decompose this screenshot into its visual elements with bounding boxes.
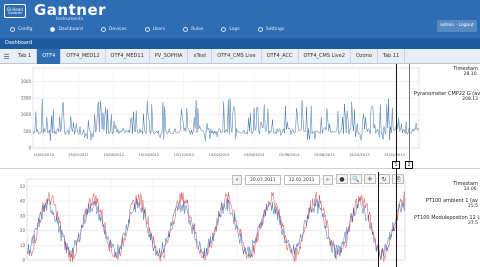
bottom-side-readout: Timestam 14.06. PT100 ambient 1 (av 25.5… [414, 181, 480, 226]
pan-icon[interactable]: ✛ [364, 174, 376, 184]
tab-1[interactable]: Tab 1 [13, 49, 38, 64]
y-tick-label: 2000 [21, 79, 32, 84]
nav-item-label: Rules [191, 26, 204, 32]
nav-item-config[interactable]: Config [0, 24, 40, 34]
cursor-line-2[interactable] [409, 64, 410, 164]
y-tick-label: 1000 [21, 112, 32, 117]
x-tick-label: 15/12/2013 [384, 153, 405, 157]
radio-icon [50, 26, 56, 32]
tab-otf4-cms-live[interactable]: OTF4_CMS Live [212, 49, 262, 64]
tab-otf4[interactable]: OTF4 [37, 49, 62, 64]
x-tick-label: 15/02/2013 [209, 153, 230, 157]
y-tick-label: 10 [20, 243, 26, 248]
y-tick-label: 0 [22, 258, 25, 263]
zoom-icon[interactable]: 🔍 [350, 174, 362, 184]
x-tick-label: 15/10/2013 [349, 153, 370, 157]
nav-item-users[interactable]: Users [135, 24, 174, 34]
tab-otf4-med12[interactable]: OTF4_MED12 [61, 49, 106, 64]
tab-strip: ☰ Tab 1 OTF4 OTF4_MED12 OTF4_MED11 PV_SO… [0, 49, 480, 64]
top-side-readout: Timestam 28.10. Pyranometer CMP22 G (av … [414, 66, 480, 102]
dashboard-bar: Dashboard [0, 38, 480, 49]
y-tick-label: 500 [23, 129, 31, 134]
series-line [26, 191, 406, 263]
tab-otf4-med11[interactable]: OTF4_MED11 [106, 49, 150, 64]
nav-item-devices[interactable]: Devices [91, 24, 135, 34]
plot-frame [32, 67, 420, 149]
tab-xtest[interactable]: xTest [188, 49, 213, 64]
user-logout-button[interactable]: admin · Logout [437, 20, 477, 32]
hamburger-menu-icon[interactable]: ☰ [0, 49, 13, 64]
y-tick-label: 1500 [21, 96, 32, 101]
radio-icon [221, 26, 227, 32]
cursor-line-3[interactable] [378, 172, 379, 267]
x-tick-label: 15/12/2012 [174, 153, 195, 157]
y-tick-label: 50 [20, 184, 26, 189]
logo-badge-sub: Gantner [7, 11, 23, 15]
chevron-double-left-icon[interactable]: « [232, 174, 242, 185]
logo-badge: Bi-Head Gantner [4, 4, 26, 18]
y-tick-label: 30 [20, 213, 26, 218]
x-tick-label: 15/08/2013 [314, 153, 335, 157]
nav-item-rules[interactable]: Rules [173, 24, 211, 34]
app-header: Bi-Head Gantner Gantner Instruments admi… [0, 0, 480, 38]
x-tick-label: 15/10/2012 [138, 153, 159, 157]
dashboard-title: Dashboard [5, 40, 33, 46]
tab-ozono[interactable]: Ozono [351, 49, 378, 64]
nav-item-label: Dashboard [58, 26, 83, 32]
date-range-bar: « 20.07.2011 12.02.2011 » [232, 174, 333, 185]
x-tick-label: 15/08/2012 [103, 153, 124, 157]
refresh-icon[interactable]: ↻ [378, 174, 390, 184]
nav-item-label: Config [18, 26, 33, 32]
main-nav: Config Dashboard Devices Users Rules Log… [0, 24, 292, 34]
x-tick-label: 15/05/2011 [68, 153, 89, 157]
nav-item-label: Devices [108, 26, 127, 32]
channel2-value: 27.5 [467, 221, 478, 226]
cursor-badge-1[interactable]: 1 [392, 161, 400, 169]
radio-icon [183, 26, 189, 32]
nav-item-label: Settings [265, 26, 285, 32]
radio-icon [257, 26, 263, 32]
nav-item-settings[interactable]: Settings [248, 24, 292, 34]
y-tick-label: 0 [28, 146, 31, 151]
top-chart-panel: 0 500 1000 1500 2000 15/05/2010 15/05/2011 15/0… [0, 64, 480, 168]
x-tick-label: 15/05/2010 [33, 153, 54, 157]
tab-otf4-cms-live2[interactable]: OTF4_CMS Live2 [299, 49, 352, 64]
channel-value: 208.13 [462, 97, 478, 102]
tab-11[interactable]: Tab 11 [378, 49, 406, 64]
brand-subtitle: Instruments [56, 17, 84, 22]
nav-item-label: Users [152, 26, 166, 32]
y-tick-label: 20 [20, 228, 26, 233]
x-tick-label: 15/06/2013 [279, 153, 300, 157]
export-icon[interactable]: 🗎 [392, 174, 404, 184]
timestamp-value: 14.06. [463, 187, 478, 192]
radio-icon [10, 26, 15, 32]
date-from-field[interactable]: 20.07.2011 [245, 174, 281, 185]
cursor-badge-2[interactable]: 2 [405, 161, 413, 169]
app-window: Bi-Head Gantner Gantner Instruments admi… [0, 0, 480, 267]
date-to-field[interactable]: 12.02.2011 [283, 174, 320, 185]
timestamp-value: 28.10. [463, 72, 478, 77]
bottom-chart-plot[interactable]: 0 10 20 30 40 50 [15, 171, 407, 266]
marker-tool-icon[interactable]: ● [336, 174, 348, 184]
channel1-value: 25.5 [467, 204, 478, 209]
y-tick-label: 40 [20, 199, 26, 204]
chevron-double-right-icon[interactable]: » [322, 174, 333, 185]
top-chart-plot[interactable]: 0 500 1000 1500 2000 15/05/2010 15/05/2011 15/0… [15, 64, 422, 160]
nav-item-logs[interactable]: Logs [211, 24, 247, 34]
tab-pv-sophia[interactable]: PV_SOPHIA [150, 49, 189, 64]
radio-icon [144, 26, 150, 32]
radio-icon [100, 26, 106, 32]
chart-toolbar: ● 🔍 ✛ ↻ 🗎 [336, 174, 404, 184]
nav-item-dashboard[interactable]: Dashboard [40, 24, 90, 34]
series-line [32, 98, 420, 142]
nav-item-label: Logs [229, 26, 240, 32]
x-tick-label: 15/04/2013 [244, 153, 265, 157]
tab-otf4-acc[interactable]: OTF4_ACC [262, 49, 299, 64]
